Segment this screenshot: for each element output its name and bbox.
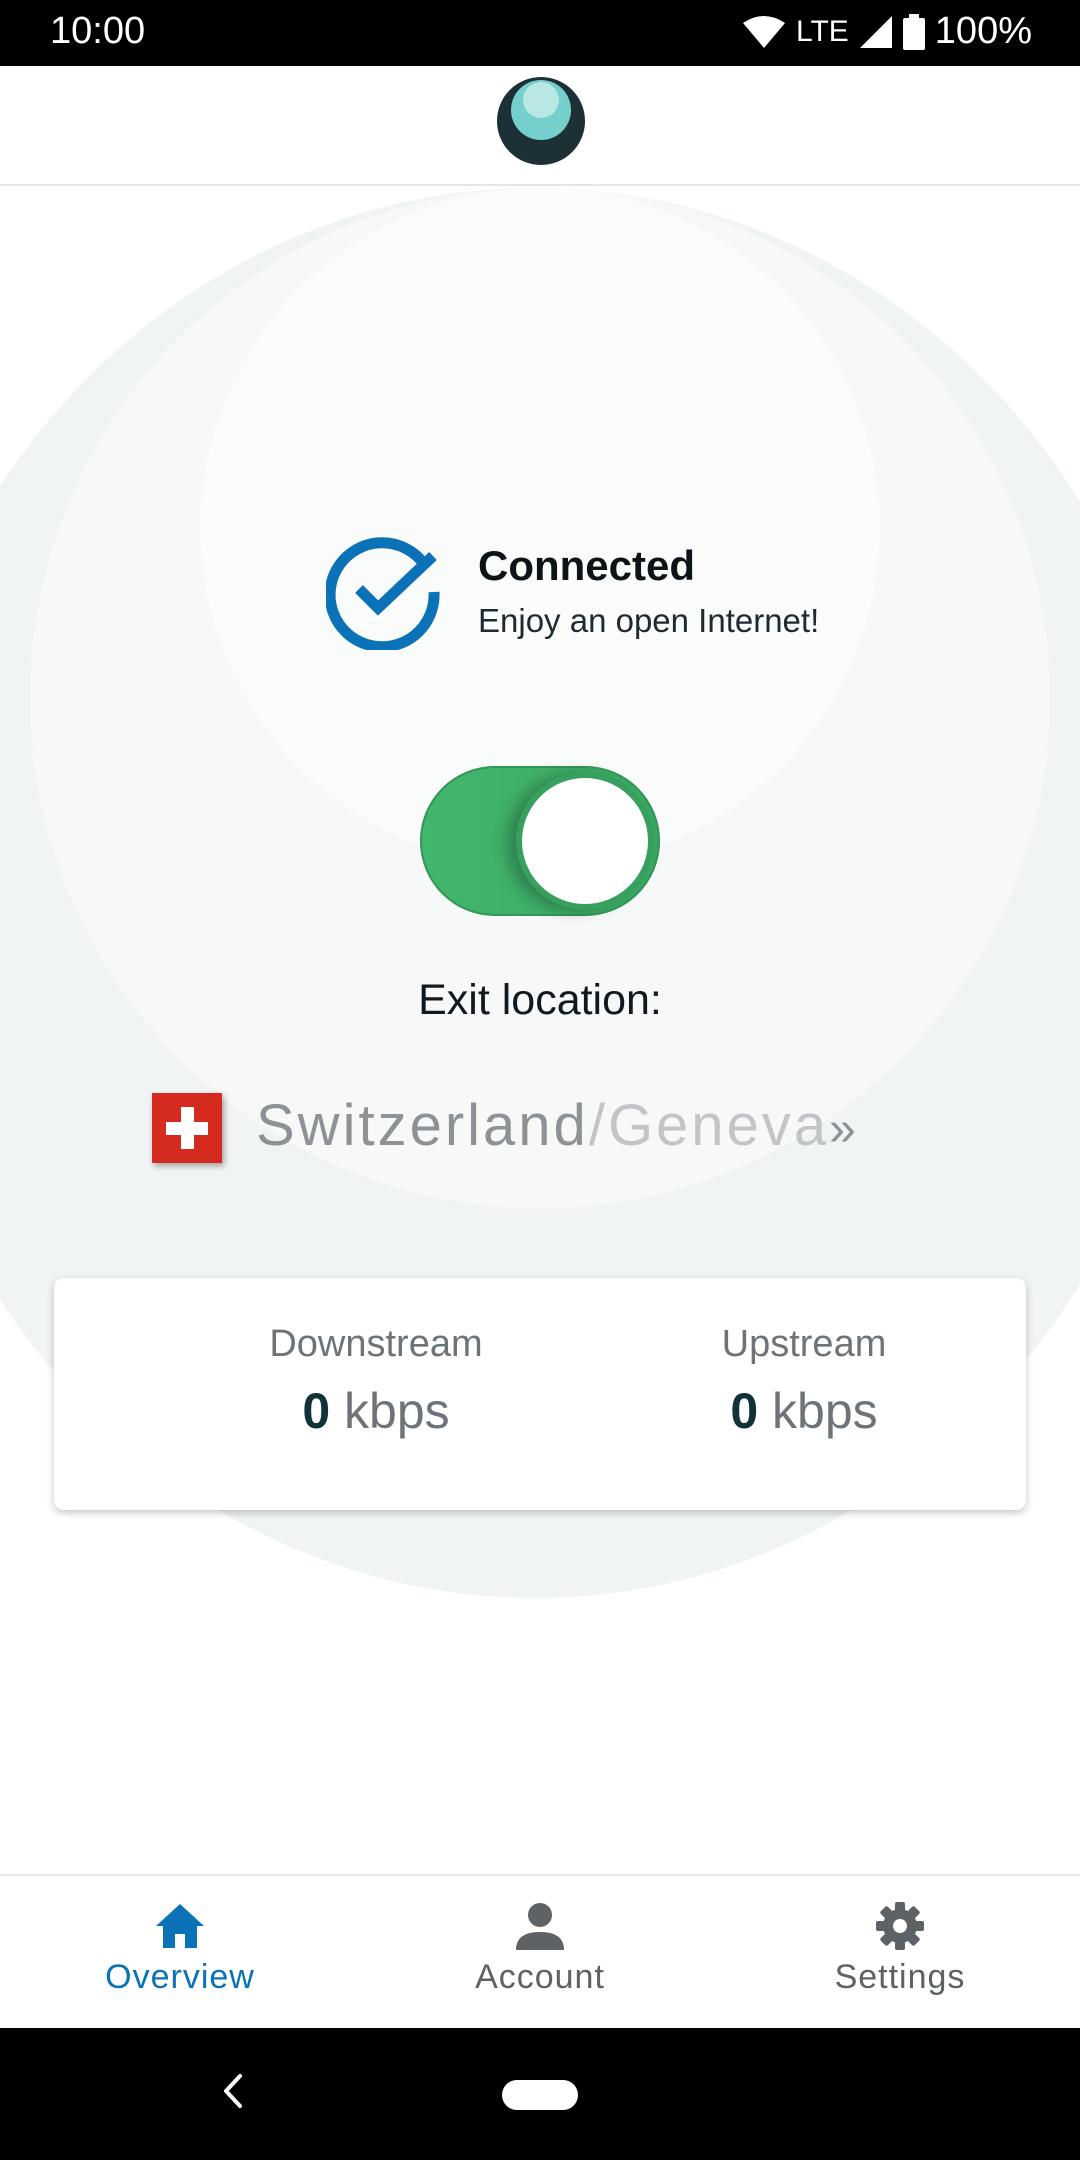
nav-overview[interactable]: Overview <box>0 1876 360 2030</box>
upstream-unit: kbps <box>772 1383 878 1439</box>
upstream-label: Upstream <box>721 1323 887 1365</box>
traffic-stats-card: Downstream 0 kbps Upstream 0 kbps <box>54 1278 1026 1510</box>
downstream-value: 0 kbps <box>166 1380 586 1442</box>
home-icon <box>156 1904 204 1948</box>
connection-title: Connected <box>478 542 696 589</box>
exit-country: Switzerland <box>256 1093 589 1158</box>
person-icon <box>516 1903 564 1950</box>
vpn-toggle[interactable] <box>420 766 660 916</box>
exit-location-text[interactable]: Switzerland/Geneva» <box>256 1084 859 1172</box>
status-time: 10:00 <box>50 10 146 52</box>
upstream-stat: Upstream 0 kbps <box>594 1318 1014 1442</box>
nav-account[interactable]: Account <box>360 1876 720 2030</box>
downstream-number: 0 <box>302 1383 331 1439</box>
connection-subtitle: Enjoy an open Internet! <box>478 602 820 639</box>
upstream-number: 0 <box>730 1383 759 1439</box>
exit-location-selector[interactable]: Switzerland/Geneva» <box>152 1086 859 1170</box>
chevron-double-right-icon: » <box>829 1103 859 1156</box>
status-bar: 10:00 LTE 100% <box>0 0 1080 66</box>
nav-account-label: Account <box>475 1958 605 1996</box>
vpn-toggle-knob[interactable] <box>516 772 654 910</box>
downstream-unit: kbps <box>344 1383 450 1439</box>
overview-screen: Connected Enjoy an open Internet! Exit l… <box>0 188 1080 1874</box>
back-icon[interactable] <box>222 2072 244 2110</box>
home-pill-button[interactable] <box>502 2080 578 2110</box>
nav-overview-label: Overview <box>105 1958 255 1996</box>
wifi-icon <box>743 15 785 48</box>
exit-separator: / <box>588 1093 608 1158</box>
nav-settings-label: Settings <box>834 1958 966 1996</box>
app-logo-icon <box>497 77 585 165</box>
gear-icon <box>876 1902 924 1950</box>
exit-location-label: Exit location: <box>418 976 662 1024</box>
downstream-stat: Downstream 0 kbps <box>166 1318 586 1442</box>
system-navigation-bar <box>0 2028 1080 2160</box>
downstream-label: Downstream <box>269 1323 483 1365</box>
signal-icon <box>859 15 892 48</box>
connection-status: Connected Enjoy an open Internet! <box>326 534 819 650</box>
nav-settings[interactable]: Settings <box>720 1876 1080 2030</box>
swiss-flag-icon <box>152 1093 222 1163</box>
app-bar <box>0 66 1080 186</box>
status-indicators: LTE 100% <box>742 10 1032 53</box>
exit-city: Geneva <box>607 1093 830 1158</box>
upstream-value: 0 kbps <box>594 1380 1014 1442</box>
bottom-navigation: Overview Account Settings <box>0 1874 1080 2028</box>
battery-icon <box>902 13 925 50</box>
connection-status-text: Connected Enjoy an open Internet! <box>478 540 819 644</box>
battery-percent: 100% <box>934 10 1032 52</box>
check-circle-icon <box>326 537 440 650</box>
network-type: LTE <box>796 14 849 48</box>
